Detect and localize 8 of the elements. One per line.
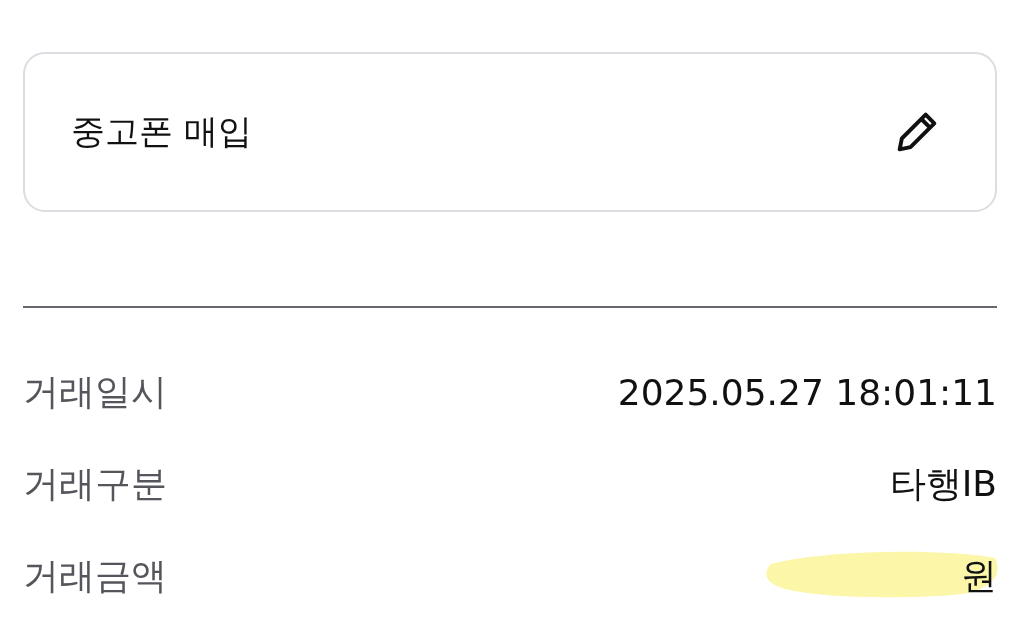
- memo-text: 중고폰 매입: [71, 110, 252, 153]
- memo-card[interactable]: 중고폰 매입: [23, 52, 997, 212]
- detail-label: 거래일시: [23, 369, 167, 414]
- detail-value: 2025.05.27 18:01:11: [617, 371, 997, 413]
- detail-value: 타행IB: [889, 461, 997, 506]
- detail-value: 원: [961, 553, 997, 598]
- detail-label: 거래구분: [23, 461, 167, 506]
- detail-label: 거래금액: [23, 553, 167, 598]
